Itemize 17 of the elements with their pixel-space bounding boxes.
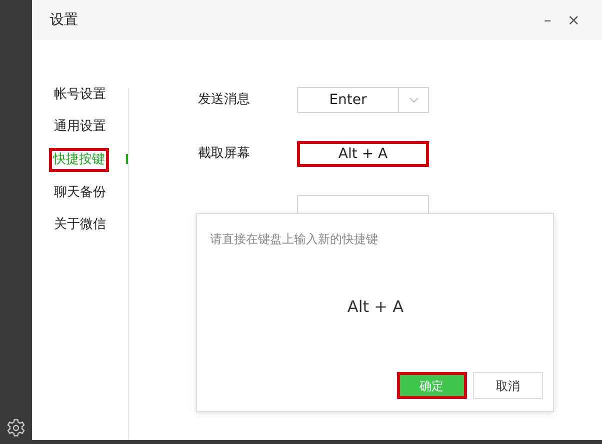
shortcut-field[interactable]: Alt + A [297,141,429,167]
sidebar-item[interactable]: 通用设置 [52,116,108,138]
shortcut-label: 发送消息 [198,92,250,108]
chevron-down-icon [408,97,418,103]
shortcut-dropdown[interactable]: Enter [297,87,429,113]
cancel-button[interactable]: 取消 [473,372,543,399]
window-title: 设置 [50,10,78,30]
selection-marker [126,154,128,164]
sidebar-item[interactable]: 帐号设置 [52,84,108,106]
dialog-hint: 请直接在键盘上输入新的快捷键 [210,231,379,248]
shortcut-keys: Alt + A [347,295,404,319]
close-button[interactable]: × [559,12,588,28]
shortcut-label: 截取屏幕 [198,146,250,162]
settings-icon[interactable] [6,418,26,438]
minimize-button[interactable]: – [536,12,560,28]
sidebar-item[interactable]: 关于微信 [52,214,108,236]
sidebar-item[interactable]: 聊天备份 [52,182,108,204]
